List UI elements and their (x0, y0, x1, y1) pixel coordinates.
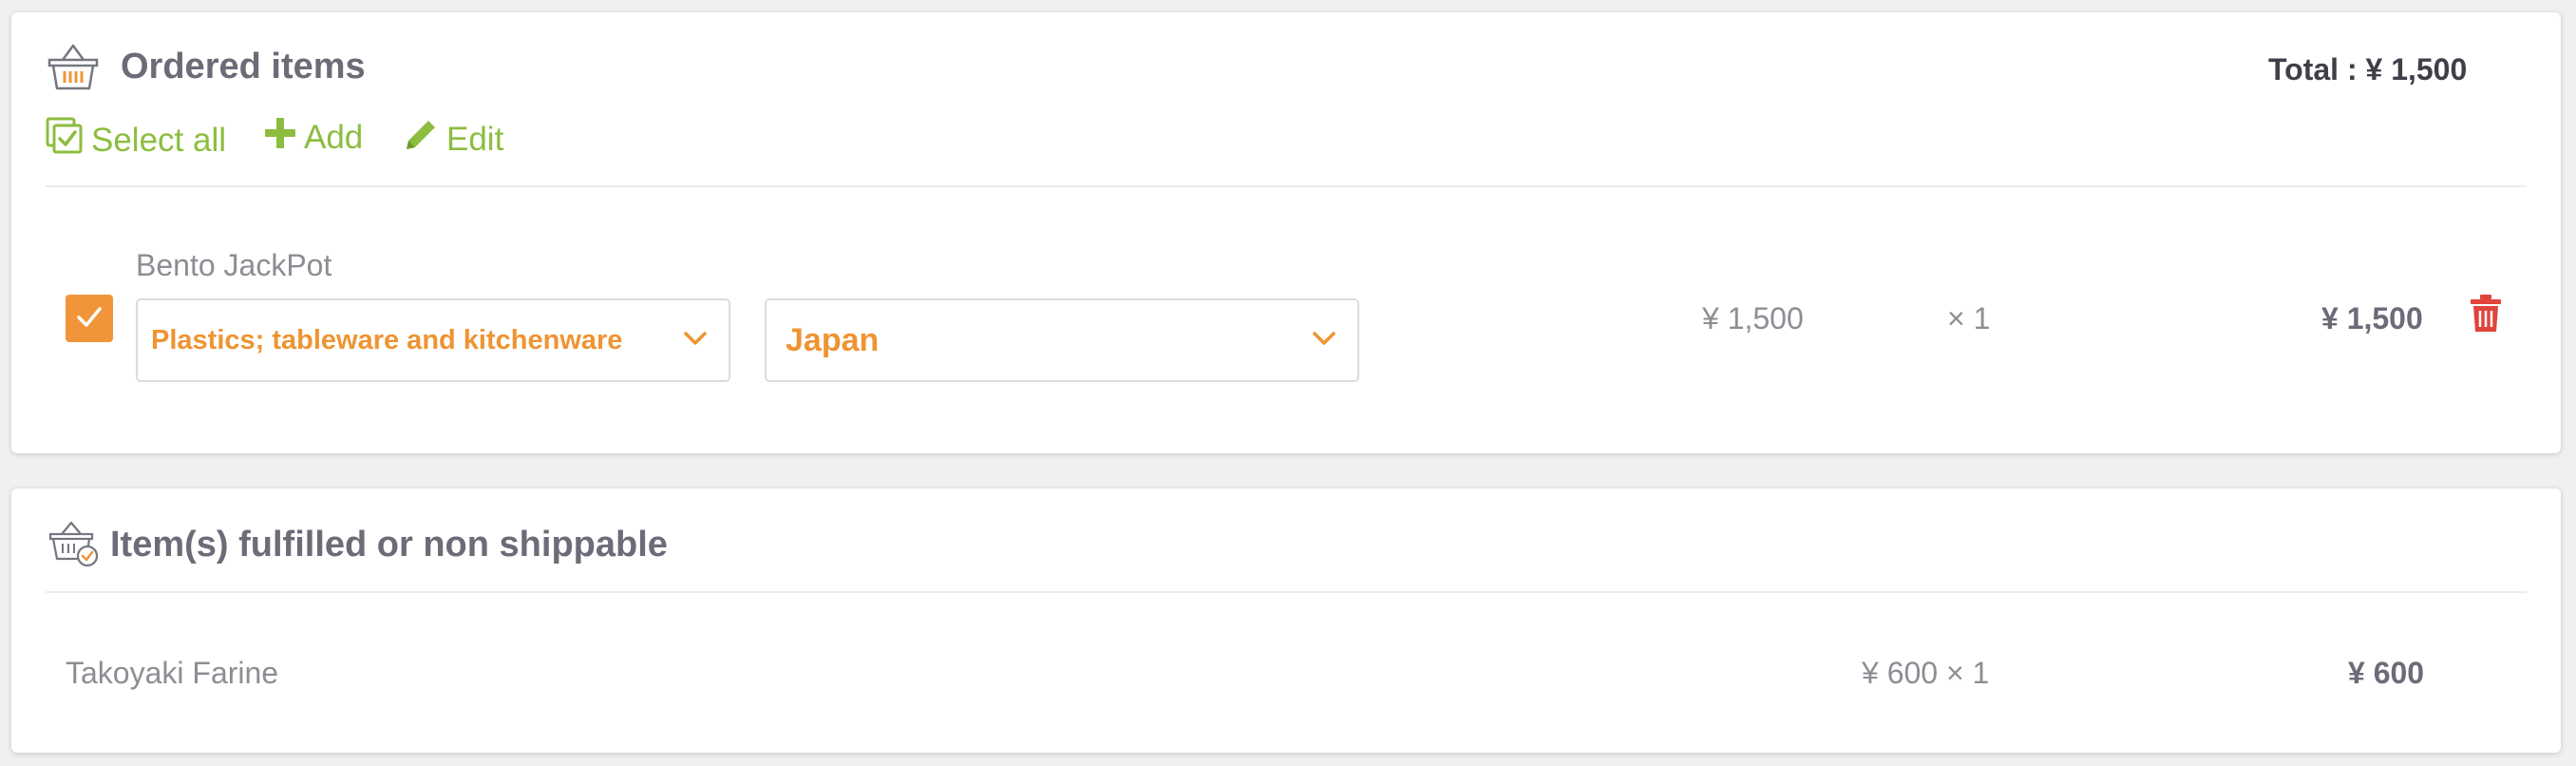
item-line-total: ¥ 1,500 (2321, 301, 2423, 335)
country-select[interactable]: Japan (765, 298, 1359, 382)
ordered-items-panel: Ordered items Total : ¥ 1,500 Select all… (11, 12, 2561, 453)
divider (46, 185, 2527, 187)
fulfilled-item-price-qty: ¥ 600 × 1 (1862, 656, 1990, 690)
fulfilled-items-panel: Item(s) fulfilled or non shippable Takoy… (11, 488, 2561, 753)
item-checkbox[interactable] (66, 295, 113, 342)
add-button[interactable]: Add (264, 117, 363, 158)
item-quantity: × 1 (1947, 301, 1991, 335)
divider (46, 591, 2527, 593)
fulfilled-item-name: Takoyaki Farine (66, 656, 279, 690)
chevron-down-icon (683, 331, 708, 351)
order-total: Total : ¥ 1,500 (2268, 52, 2468, 86)
select-all-icon (46, 117, 84, 163)
trash-icon (2470, 295, 2502, 337)
item-unit-price: ¥ 1,500 (1702, 301, 1804, 335)
check-icon (75, 302, 104, 335)
item-name: Bento JackPot (136, 248, 332, 282)
select-all-button[interactable]: Select all (46, 117, 226, 163)
category-select-value: Plastics; tableware and kitchenware (151, 324, 623, 355)
select-all-label: Select all (91, 121, 227, 159)
plus-icon (264, 117, 296, 158)
edit-button[interactable]: Edit (403, 117, 503, 162)
add-label: Add (304, 118, 364, 156)
basket-icon (46, 41, 101, 97)
fulfilled-item-line-total: ¥ 600 (2348, 656, 2425, 690)
delete-item-button[interactable] (2470, 294, 2502, 338)
pencil-icon (403, 117, 439, 162)
edit-label: Edit (446, 120, 504, 158)
ordered-items-title: Ordered items (121, 47, 366, 86)
country-select-value: Japan (786, 321, 880, 358)
basket-check-icon (47, 519, 101, 573)
category-select[interactable]: Plastics; tableware and kitchenware (136, 298, 730, 382)
chevron-down-icon (1312, 331, 1336, 351)
fulfilled-items-title: Item(s) fulfilled or non shippable (110, 525, 668, 565)
